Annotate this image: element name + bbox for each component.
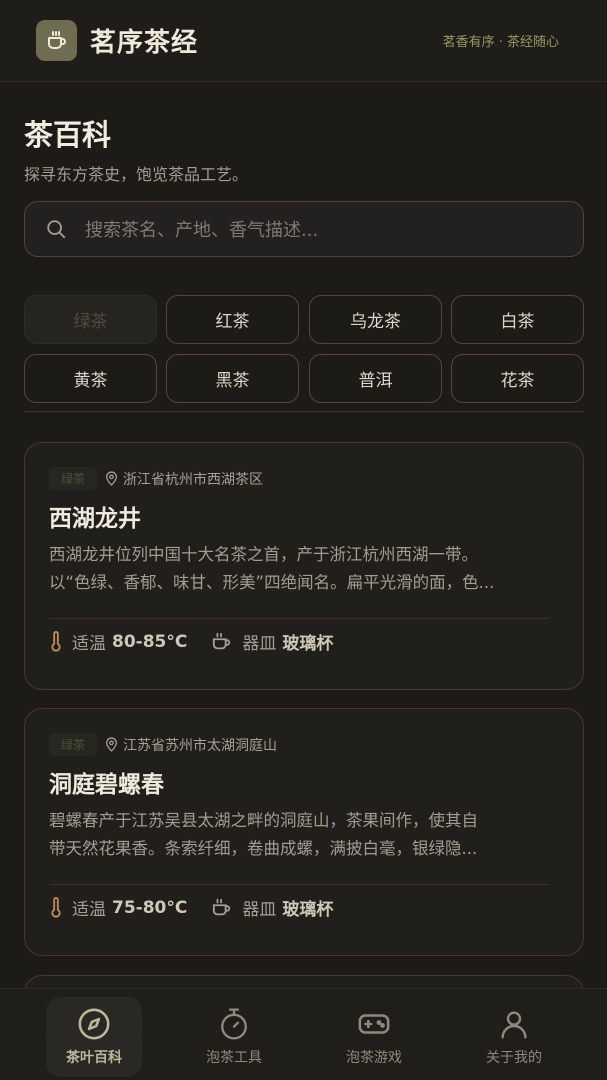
cup-icon (213, 632, 231, 649)
temp-value: 75-80°C (112, 897, 188, 918)
chip-black-tea[interactable]: 红茶 (166, 295, 299, 344)
category-badge: 绿茶 (49, 467, 98, 490)
tea-card[interactable]: 绿茶 江苏省苏州市太湖洞庭山 洞庭碧螺春 碧螺春产于江苏吴县太湖之畔的洞庭山，茶… (24, 708, 584, 956)
page-title: 茶百科 (24, 118, 112, 152)
temp-value: 80-85°C (112, 631, 188, 652)
tea-name: 洞庭碧螺春 (49, 772, 164, 798)
temp-label: 适温 (72, 634, 106, 654)
tea-description: 西湖龙井位列中国十大名茶之首，产于浙江杭州西湖一带。 以“色绿、香郁、味甘、形美… (49, 545, 495, 592)
card-divider (49, 618, 549, 619)
nav-label: 关于我的 (486, 1050, 542, 1066)
chip-white-tea[interactable]: 白茶 (451, 295, 584, 344)
chip-puer-tea[interactable]: 普洱 (309, 354, 442, 403)
divider (24, 411, 584, 412)
timer-icon (221, 1008, 247, 1040)
search-icon (47, 220, 66, 239)
app-header: 茗序茶经 茗香有序 · 茶经随心 (0, 0, 607, 82)
vessel-value: 玻璃杯 (282, 634, 334, 654)
vessel-label: 器皿 (242, 634, 277, 654)
cup-icon (213, 898, 231, 915)
tea-name: 西湖龙井 (49, 506, 141, 532)
page-subtitle: 探寻东方茶史，饱览茶品工艺。 (24, 165, 249, 184)
compass-icon (78, 1008, 110, 1040)
gamepad-icon (358, 1014, 390, 1034)
temp-label: 适温 (72, 900, 106, 920)
location-pin-icon (106, 737, 117, 752)
chip-dark-tea[interactable]: 黑茶 (166, 354, 299, 403)
chip-flower-tea[interactable]: 花茶 (451, 354, 584, 403)
tea-description: 碧螺春产于江苏吴县太湖之畔的洞庭山，茶果间作，使其自 带天然花果香。条索纤细，卷… (49, 811, 478, 858)
tea-origin: 江苏省苏州市太湖洞庭山 (123, 737, 278, 754)
nav-item-tools[interactable]: 泡茶工具 (186, 997, 282, 1077)
app-title: 茗序茶经 (90, 28, 199, 58)
search-input[interactable]: 搜索茶名、产地、香气描述... (24, 201, 584, 257)
thermometer-icon (51, 630, 61, 652)
app-slogan: 茗香有序 · 茶经随心 (442, 35, 559, 50)
location-pin-icon (106, 471, 117, 486)
nav-label: 泡茶工具 (206, 1050, 262, 1066)
nav-item-encyclopedia[interactable]: 茶叶百科 (46, 997, 142, 1077)
vessel-value: 玻璃杯 (282, 900, 334, 920)
card-divider (49, 884, 549, 885)
teacup-icon[interactable] (36, 20, 77, 61)
user-icon (501, 1011, 527, 1039)
thermometer-icon (51, 896, 61, 918)
chip-oolong-tea[interactable]: 乌龙茶 (309, 295, 442, 344)
nav-label: 泡茶游戏 (346, 1050, 402, 1066)
bottom-nav: 茶叶百科 泡茶工具 泡茶游戏 关于我的 (0, 988, 607, 1080)
nav-item-games[interactable]: 泡茶游戏 (326, 997, 422, 1077)
search-placeholder: 搜索茶名、产地、香气描述... (85, 220, 319, 241)
tea-origin: 浙江省杭州市西湖茶区 (123, 471, 264, 488)
vessel-label: 器皿 (242, 900, 277, 920)
nav-item-profile[interactable]: 关于我的 (466, 997, 562, 1077)
chip-green-tea[interactable]: 绿茶 (24, 295, 157, 344)
category-badge: 绿茶 (49, 733, 98, 756)
chip-yellow-tea[interactable]: 黄茶 (24, 354, 157, 403)
tea-card[interactable]: 绿茶 浙江省杭州市西湖茶区 西湖龙井 西湖龙井位列中国十大名茶之首，产于浙江杭州… (24, 442, 584, 690)
nav-label: 茶叶百科 (66, 1050, 122, 1066)
